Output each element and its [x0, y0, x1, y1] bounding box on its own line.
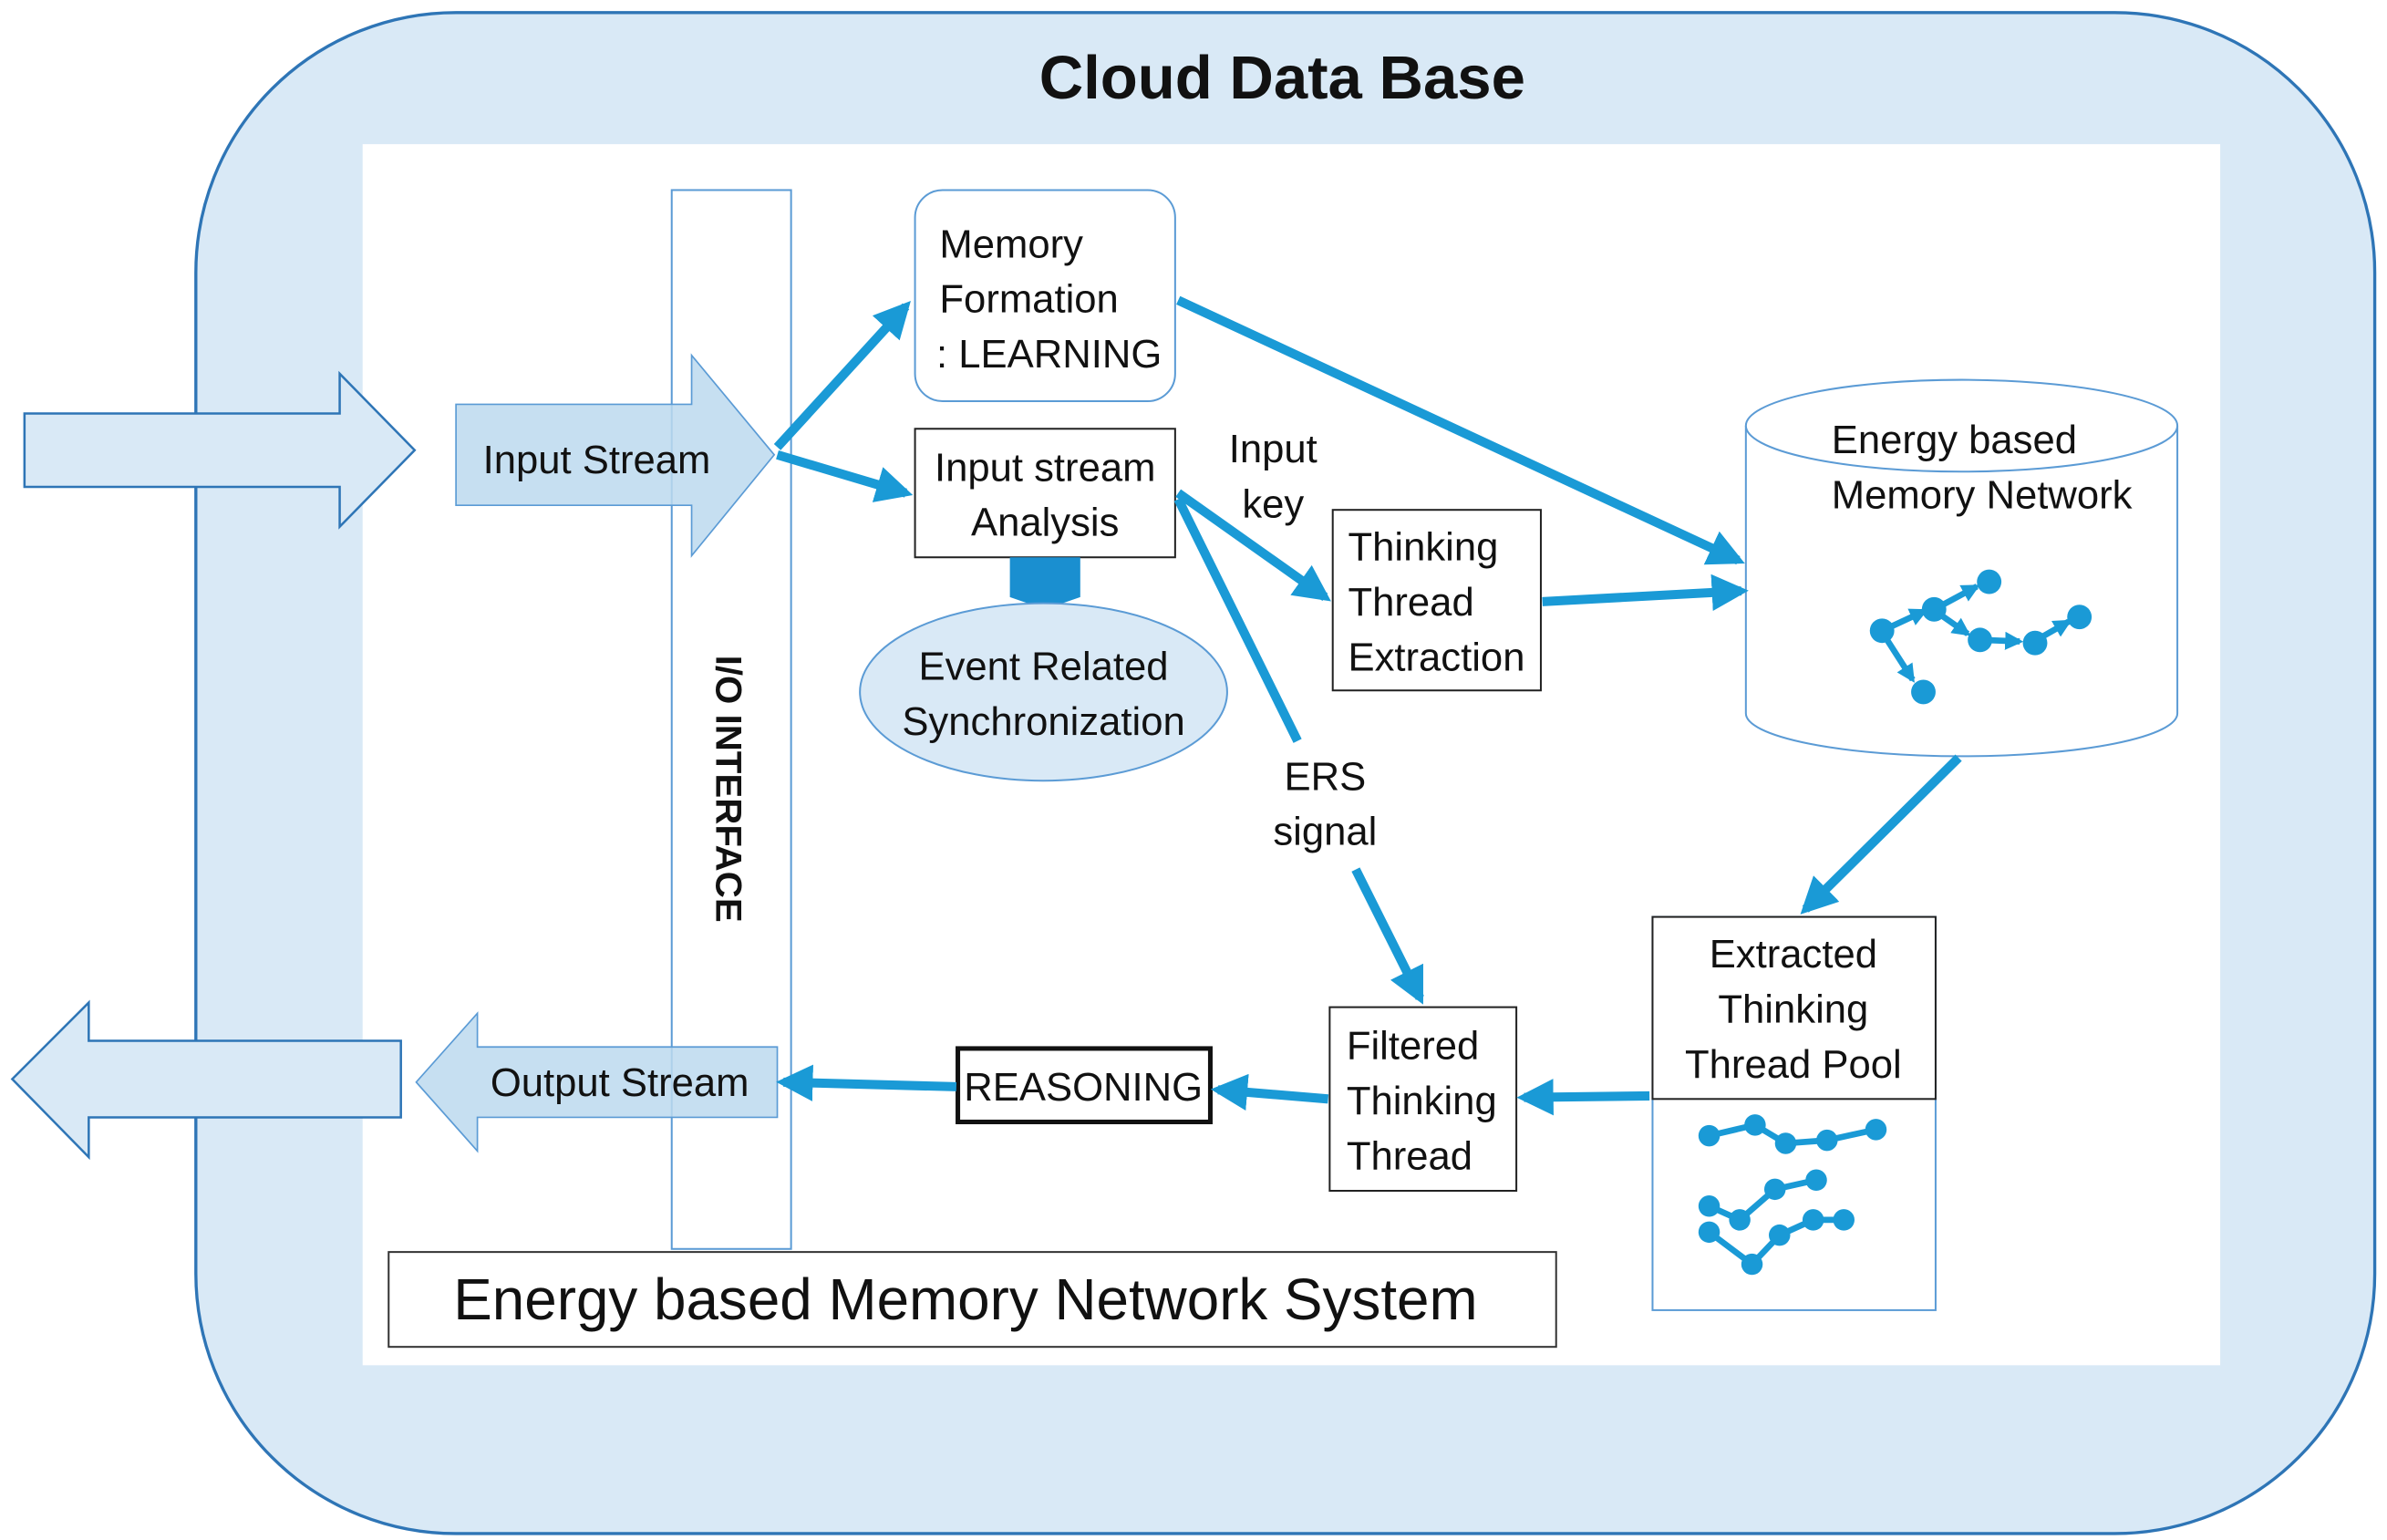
ers-sync-ellipse: Event Related Synchronization — [859, 602, 1228, 782]
thread-extraction-line-2: Thread — [1348, 581, 1473, 625]
filtered-thread-line-2: Thinking — [1347, 1080, 1497, 1123]
thread-extraction-line-1: Thinking — [1348, 526, 1498, 570]
thread-pool-box: Extracted Thinking Thread Pool — [1651, 915, 1937, 1311]
memory-network-line-1: Energy based — [1832, 419, 2077, 462]
memory-formation-line-1: Memory — [939, 222, 1083, 266]
system-label: Energy based Memory Network System — [453, 1266, 1477, 1332]
ers-signal-line-1: ERS — [1284, 755, 1366, 799]
filtered-thread-line-1: Filtered — [1347, 1025, 1479, 1069]
reasoning-label: REASONING — [964, 1066, 1203, 1110]
input-key-line-1: Input — [1229, 428, 1318, 471]
thread-extraction-line-3: Extraction — [1348, 636, 1524, 679]
input-analysis-line-1: Input stream — [935, 446, 1155, 490]
thread-pool-line-1: Extracted — [1710, 933, 1877, 977]
input-analysis-box: Input stream Analysis — [914, 428, 1176, 559]
thread-extraction-box: Thinking Thread Extraction — [1331, 509, 1542, 692]
cloud-database-title: Cloud Data Base — [1039, 44, 1525, 112]
thread-pool-line-2: Thinking — [1718, 987, 1868, 1031]
reasoning-box: REASONING — [956, 1046, 1213, 1125]
memory-formation-line-3: : LEARNING — [936, 333, 1162, 377]
arrow-reasoning-to-output — [776, 1064, 957, 1101]
filtered-thread-line-3: Thread — [1347, 1135, 1472, 1179]
ers-sync-line-1: Event Related — [919, 645, 1169, 688]
memory-formation-box: Memory Formation : LEARNING — [914, 189, 1176, 403]
input-key-line-2: key — [1242, 483, 1304, 527]
diagram-canvas: Cloud Data Base I/O INTERFACE Input Stre… — [10, 11, 2377, 1535]
input-stream-label: Input Stream — [483, 439, 711, 482]
input-analysis-line-2: Analysis — [971, 501, 1119, 545]
ers-sync-line-2: Synchronization — [902, 700, 1184, 744]
system-label-box: Energy based Memory Network System — [388, 1251, 1557, 1349]
memory-formation-line-2: Formation — [939, 278, 1118, 322]
filtered-thread-box: Filtered Thinking Thread — [1328, 1006, 1518, 1193]
memory-network-line-2: Memory Network — [1832, 474, 2133, 518]
ers-signal-line-2: signal — [1273, 811, 1377, 854]
arrow-pool-to-filtered — [1516, 1079, 1650, 1116]
thread-pool-line-3: Thread Pool — [1685, 1043, 1902, 1087]
output-stream-label: Output Stream — [491, 1061, 749, 1105]
io-interface-label: I/O INTERFACE — [708, 656, 749, 923]
memory-network-cylinder: Energy based Memory Network — [1744, 378, 2179, 758]
